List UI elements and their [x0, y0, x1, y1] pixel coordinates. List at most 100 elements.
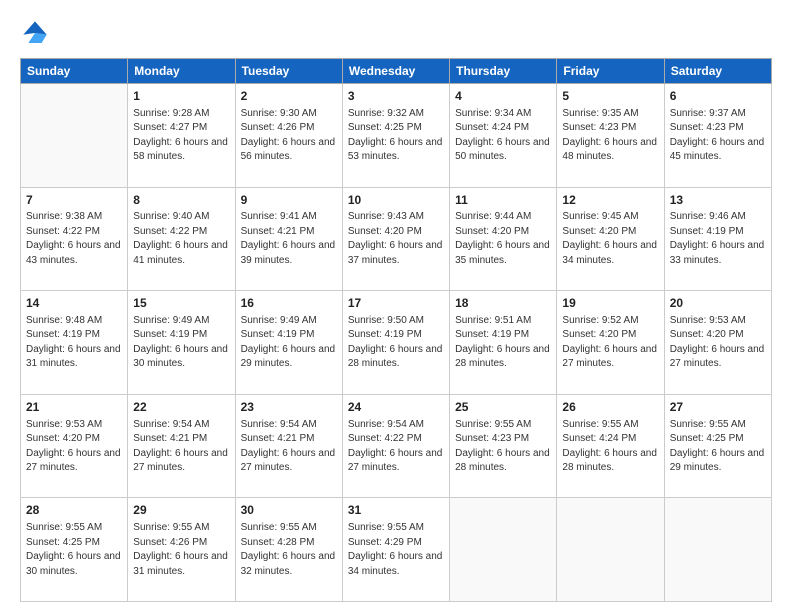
week-row-2: 7Sunrise: 9:38 AMSunset: 4:22 PMDaylight… — [21, 187, 772, 291]
day-number: 1 — [133, 88, 229, 105]
day-info: Sunrise: 9:53 AMSunset: 4:20 PMDaylight:… — [26, 418, 122, 476]
day-number: 20 — [670, 295, 766, 312]
weekday-header-saturday: Saturday — [664, 59, 771, 84]
day-cell: 10Sunrise: 9:43 AMSunset: 4:20 PMDayligh… — [342, 187, 449, 291]
day-cell — [557, 498, 664, 602]
day-info: Sunrise: 9:54 AMSunset: 4:21 PMDaylight:… — [241, 418, 337, 476]
day-info: Sunrise: 9:53 AMSunset: 4:20 PMDaylight:… — [670, 314, 766, 372]
day-cell: 22Sunrise: 9:54 AMSunset: 4:21 PMDayligh… — [128, 394, 235, 498]
day-cell: 8Sunrise: 9:40 AMSunset: 4:22 PMDaylight… — [128, 187, 235, 291]
day-cell: 15 Sunrise: 9:49 AMSunset: 4:19 PMDayligh… — [128, 291, 235, 395]
day-cell: 7Sunrise: 9:38 AMSunset: 4:22 PMDaylight… — [21, 187, 128, 291]
day-number: 4 — [455, 88, 551, 105]
day-cell: 28Sunrise: 9:55 AMSunset: 4:25 PMDayligh… — [21, 498, 128, 602]
day-number: 29 — [133, 502, 229, 519]
day-cell: 18 Sunrise: 9:51 AMSunset: 4:19 PMDayligh… — [450, 291, 557, 395]
weekday-header-wednesday: Wednesday — [342, 59, 449, 84]
day-number: 5 — [562, 88, 658, 105]
day-number: 26 — [562, 399, 658, 416]
day-number: 30 — [241, 502, 337, 519]
day-info: Sunrise: 9:44 AMSunset: 4:20 PMDaylight:… — [455, 210, 551, 268]
day-cell — [21, 84, 128, 188]
day-cell: 21 Sunrise: 9:53 AMSunset: 4:20 PMDayligh… — [21, 394, 128, 498]
header — [20, 18, 772, 48]
day-cell: 3 Sunrise: 9:32 AMSunset: 4:25 PMDaylight… — [342, 84, 449, 188]
day-info: Sunrise: 9:54 AMSunset: 4:22 PMDaylight:… — [348, 418, 444, 476]
day-info: Sunrise: 9:49 AMSunset: 4:19 PMDaylight:… — [241, 314, 337, 372]
day-number: 3 — [348, 88, 444, 105]
day-cell: 14Sunrise: 9:48 AMSunset: 4:19 PMDayligh… — [21, 291, 128, 395]
day-info: Sunrise: 9:55 AMSunset: 4:28 PMDaylight:… — [241, 521, 337, 579]
day-number: 27 — [670, 399, 766, 416]
day-number: 16 — [241, 295, 337, 312]
day-number: 11 — [455, 192, 551, 209]
day-info: Sunrise: 9:35 AMSunset: 4:23 PMDaylight:… — [562, 107, 658, 165]
calendar-table: SundayMondayTuesdayWednesdayThursdayFrid… — [20, 58, 772, 602]
day-cell: 27 Sunrise: 9:55 AMSunset: 4:25 PMDayligh… — [664, 394, 771, 498]
weekday-header-tuesday: Tuesday — [235, 59, 342, 84]
day-number: 21 — [26, 399, 122, 416]
day-number: 17 — [348, 295, 444, 312]
day-info: Sunrise: 9:50 AMSunset: 4:19 PMDaylight:… — [348, 314, 444, 372]
day-info: Sunrise: 9:43 AMSunset: 4:20 PMDaylight:… — [348, 210, 444, 268]
logo — [20, 18, 54, 48]
day-info: Sunrise: 9:40 AMSunset: 4:22 PMDaylight:… — [133, 210, 229, 268]
day-number: 15 — [133, 295, 229, 312]
day-info: Sunrise: 9:55 AMSunset: 4:25 PMDaylight:… — [670, 418, 766, 476]
day-cell: 29Sunrise: 9:55 AMSunset: 4:26 PMDayligh… — [128, 498, 235, 602]
day-cell: 16 Sunrise: 9:49 AMSunset: 4:19 PMDayligh… — [235, 291, 342, 395]
day-cell: 13Sunrise: 9:46 AMSunset: 4:19 PMDayligh… — [664, 187, 771, 291]
day-info: Sunrise: 9:46 AMSunset: 4:19 PMDaylight:… — [670, 210, 766, 268]
day-info: Sunrise: 9:37 AMSunset: 4:23 PMDaylight:… — [670, 107, 766, 165]
weekday-header-thursday: Thursday — [450, 59, 557, 84]
day-cell: 23Sunrise: 9:54 AMSunset: 4:21 PMDayligh… — [235, 394, 342, 498]
weekday-header-monday: Monday — [128, 59, 235, 84]
day-cell: 1 Sunrise: 9:28 AMSunset: 4:27 PMDaylight… — [128, 84, 235, 188]
day-number: 24 — [348, 399, 444, 416]
day-info: Sunrise: 9:51 AMSunset: 4:19 PMDaylight:… — [455, 314, 551, 372]
day-cell: 20 Sunrise: 9:53 AMSunset: 4:20 PMDayligh… — [664, 291, 771, 395]
day-number: 2 — [241, 88, 337, 105]
day-number: 25 — [455, 399, 551, 416]
day-cell — [450, 498, 557, 602]
day-number: 28 — [26, 502, 122, 519]
week-row-1: 1 Sunrise: 9:28 AMSunset: 4:27 PMDaylight… — [21, 84, 772, 188]
weekday-header-sunday: Sunday — [21, 59, 128, 84]
day-info: Sunrise: 9:41 AMSunset: 4:21 PMDaylight:… — [241, 210, 337, 268]
day-cell — [664, 498, 771, 602]
day-cell: 6Sunrise: 9:37 AMSunset: 4:23 PMDaylight… — [664, 84, 771, 188]
day-cell: 5 Sunrise: 9:35 AMSunset: 4:23 PMDaylight… — [557, 84, 664, 188]
week-row-5: 28Sunrise: 9:55 AMSunset: 4:25 PMDayligh… — [21, 498, 772, 602]
day-cell: 24 Sunrise: 9:54 AMSunset: 4:22 PMDayligh… — [342, 394, 449, 498]
weekday-header-friday: Friday — [557, 59, 664, 84]
day-number: 14 — [26, 295, 122, 312]
day-cell: 19Sunrise: 9:52 AMSunset: 4:20 PMDayligh… — [557, 291, 664, 395]
day-cell: 31 Sunrise: 9:55 AMSunset: 4:29 PMDayligh… — [342, 498, 449, 602]
day-cell: 2 Sunrise: 9:30 AMSunset: 4:26 PMDaylight… — [235, 84, 342, 188]
day-number: 7 — [26, 192, 122, 209]
day-cell: 4 Sunrise: 9:34 AMSunset: 4:24 PMDaylight… — [450, 84, 557, 188]
day-cell: 30 Sunrise: 9:55 AMSunset: 4:28 PMDayligh… — [235, 498, 342, 602]
day-info: Sunrise: 9:49 AMSunset: 4:19 PMDaylight:… — [133, 314, 229, 372]
day-number: 31 — [348, 502, 444, 519]
page: SundayMondayTuesdayWednesdayThursdayFrid… — [0, 0, 792, 612]
day-number: 19 — [562, 295, 658, 312]
logo-icon — [20, 18, 50, 48]
day-number: 13 — [670, 192, 766, 209]
day-info: Sunrise: 9:28 AMSunset: 4:27 PMDaylight:… — [133, 107, 229, 165]
day-info: Sunrise: 9:34 AMSunset: 4:24 PMDaylight:… — [455, 107, 551, 165]
day-cell: 9Sunrise: 9:41 AMSunset: 4:21 PMDaylight… — [235, 187, 342, 291]
day-cell: 12Sunrise: 9:45 AMSunset: 4:20 PMDayligh… — [557, 187, 664, 291]
day-number: 12 — [562, 192, 658, 209]
day-info: Sunrise: 9:30 AMSunset: 4:26 PMDaylight:… — [241, 107, 337, 165]
day-cell: 17 Sunrise: 9:50 AMSunset: 4:19 PMDayligh… — [342, 291, 449, 395]
day-info: Sunrise: 9:32 AMSunset: 4:25 PMDaylight:… — [348, 107, 444, 165]
week-row-3: 14Sunrise: 9:48 AMSunset: 4:19 PMDayligh… — [21, 291, 772, 395]
day-info: Sunrise: 9:55 AMSunset: 4:29 PMDaylight:… — [348, 521, 444, 579]
day-info: Sunrise: 9:55 AMSunset: 4:23 PMDaylight:… — [455, 418, 551, 476]
week-row-4: 21 Sunrise: 9:53 AMSunset: 4:20 PMDayligh… — [21, 394, 772, 498]
day-info: Sunrise: 9:54 AMSunset: 4:21 PMDaylight:… — [133, 418, 229, 476]
day-number: 18 — [455, 295, 551, 312]
day-cell: 11Sunrise: 9:44 AMSunset: 4:20 PMDayligh… — [450, 187, 557, 291]
day-number: 10 — [348, 192, 444, 209]
